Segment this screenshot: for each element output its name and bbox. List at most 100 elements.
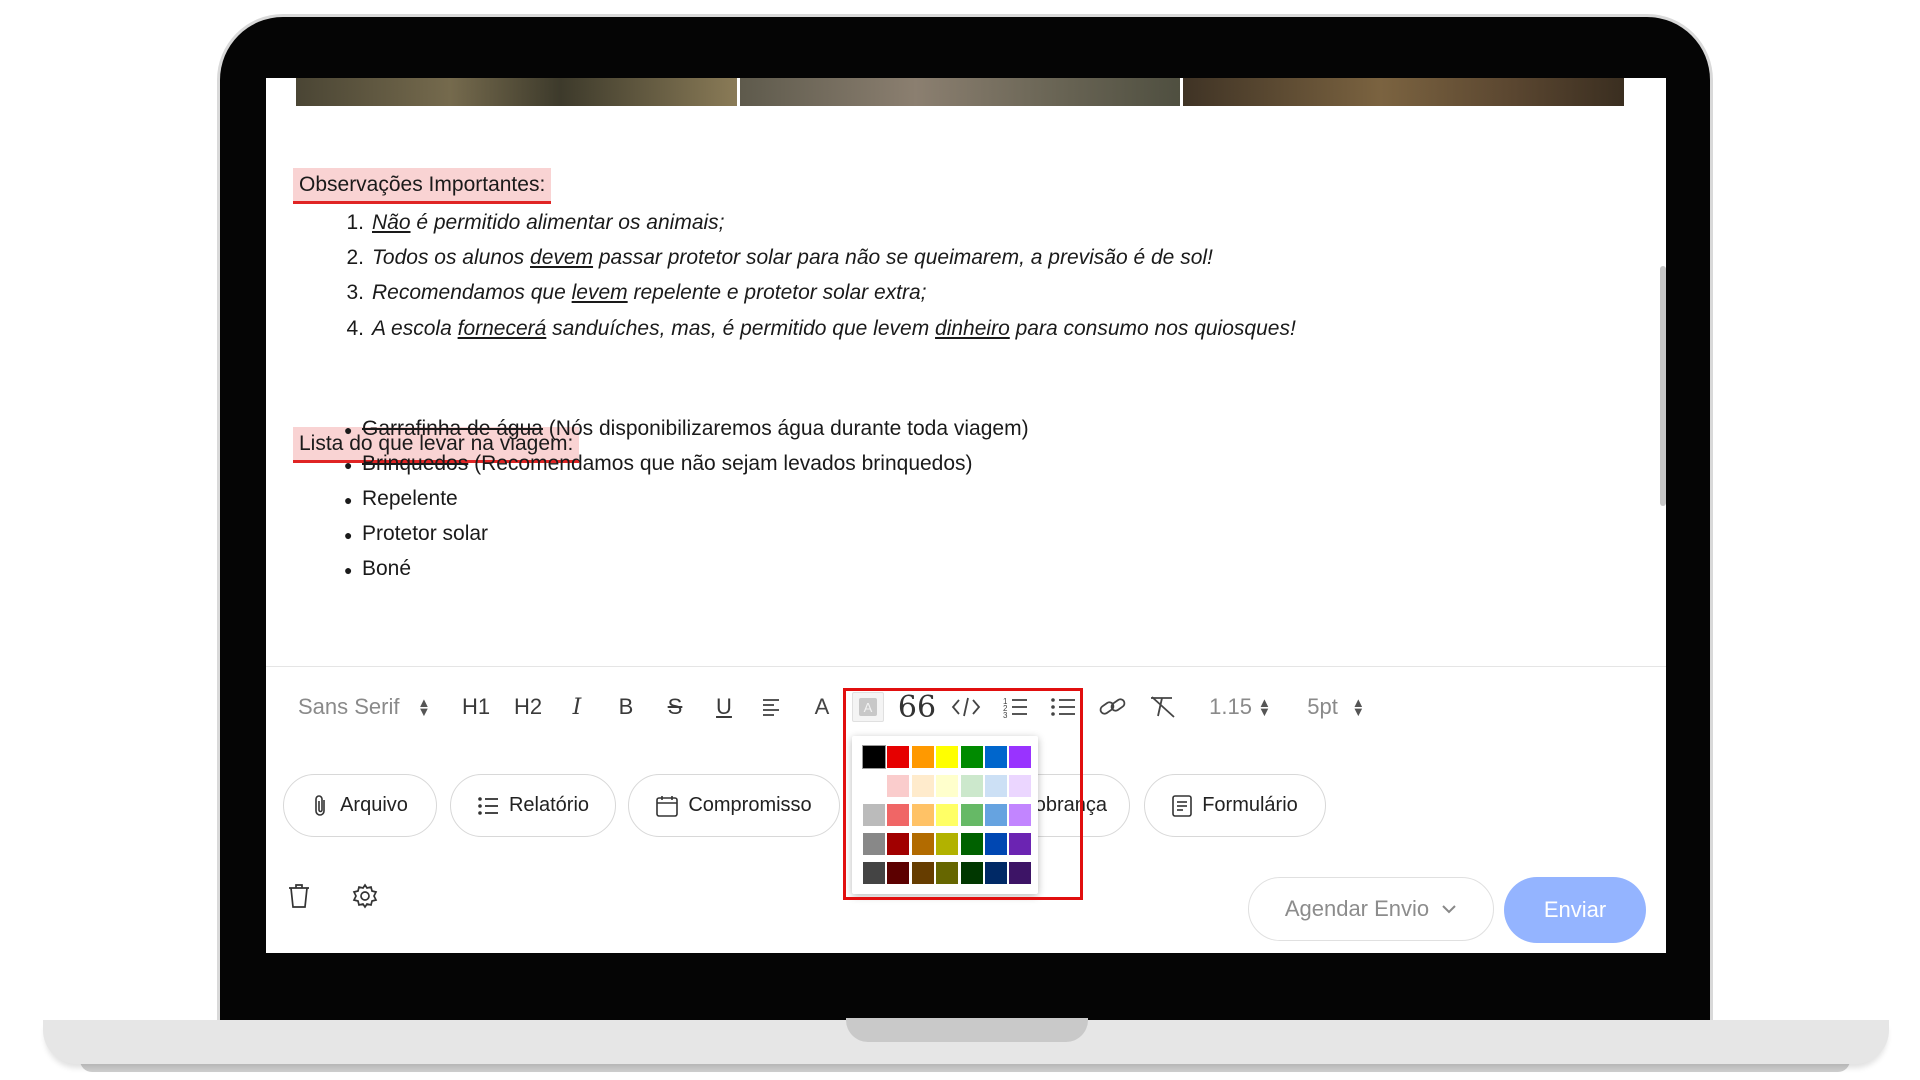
color-swatch[interactable] — [863, 833, 885, 855]
schedule-send-label: Agendar Envio — [1284, 896, 1430, 921]
bold-button[interactable]: B — [611, 690, 641, 724]
photo-1 — [296, 78, 737, 106]
bullet-list-icon[interactable] — [1048, 690, 1078, 724]
color-swatch[interactable] — [960, 862, 983, 884]
color-swatch[interactable] — [936, 746, 959, 768]
underlined-text: Não — [372, 211, 411, 234]
form-icon — [1172, 794, 1193, 817]
item-text: Todos os alunos — [372, 246, 531, 269]
select-arrows-icon: ▲ ▼ — [417, 695, 431, 719]
color-swatch[interactable] — [887, 804, 910, 826]
color-swatch[interactable] — [985, 746, 1007, 768]
clear-format-icon[interactable] — [1146, 690, 1180, 724]
schedule-send-button[interactable]: Agendar Envio — [1248, 877, 1494, 941]
line-height-value: 1.15 — [1209, 694, 1252, 719]
item-text: Boné — [362, 557, 412, 580]
appointment-button[interactable]: Compromisso — [628, 774, 840, 837]
color-swatch[interactable] — [911, 862, 934, 884]
gear-icon[interactable] — [350, 881, 380, 911]
bullet-icon: ● — [344, 422, 353, 438]
color-swatch[interactable] — [985, 804, 1007, 826]
observation-item: 4. A escola fornecerá sanduíches, mas, é … — [336, 314, 1296, 344]
strikethrough-button[interactable]: S — [660, 690, 690, 724]
photo-3 — [1183, 78, 1625, 106]
packing-list-item: ● Protetor solar — [344, 519, 488, 550]
color-swatch[interactable] — [1009, 804, 1032, 826]
packing-list-item: ● Brinquedos (Recomendamos que não sejam … — [344, 449, 973, 480]
scrollbar-thumb[interactable] — [1660, 266, 1666, 506]
item-text: Repelente — [362, 487, 458, 510]
underlined-text: levem — [571, 281, 628, 304]
color-swatch[interactable] — [911, 775, 934, 797]
editor-content[interactable]: Observações Importantes: 1. Não é permiti… — [266, 78, 1666, 666]
color-swatch[interactable] — [985, 775, 1007, 797]
list-number: 4. — [346, 317, 364, 340]
italic-button[interactable]: I — [562, 690, 592, 724]
align-left-icon[interactable] — [758, 690, 788, 724]
ordered-list-icon[interactable]: 123 — [1000, 690, 1030, 724]
color-swatch[interactable] — [936, 862, 959, 884]
color-swatch[interactable] — [1009, 775, 1032, 797]
color-swatch[interactable] — [985, 833, 1007, 855]
item-text: para consumo nos quiosques! — [1009, 317, 1296, 340]
image-strip — [296, 78, 1625, 106]
color-swatch[interactable] — [960, 833, 983, 855]
item-text: passar protetor solar para não se queima… — [593, 246, 1213, 269]
toolbar-divider — [266, 666, 1666, 667]
highlight-icon[interactable]: A — [852, 692, 884, 722]
attach-file-button[interactable]: Arquivo — [283, 774, 437, 837]
color-swatch[interactable] — [887, 833, 910, 855]
underline-button[interactable]: U — [709, 690, 739, 724]
color-swatch[interactable] — [985, 862, 1007, 884]
list-icon — [478, 796, 498, 815]
color-swatch[interactable] — [936, 775, 959, 797]
color-swatch[interactable] — [911, 833, 934, 855]
svg-text:3: 3 — [1003, 711, 1008, 719]
observation-item: 2. Todos os alunos devem passar protetor … — [336, 243, 1213, 273]
color-swatch[interactable] — [960, 775, 983, 797]
color-swatch[interactable] — [1009, 862, 1032, 884]
color-swatch[interactable] — [936, 804, 959, 826]
color-swatch[interactable] — [960, 804, 983, 826]
color-swatch[interactable] — [863, 775, 885, 797]
heading-1-button[interactable]: H1 — [456, 690, 496, 724]
bullet-icon: ● — [344, 457, 353, 473]
color-swatch[interactable] — [887, 775, 910, 797]
text-color-icon[interactable]: A — [807, 690, 837, 724]
report-button[interactable]: Relatório — [450, 774, 616, 837]
color-swatch[interactable] — [887, 862, 910, 884]
observation-item: 1. Não é permitido alimentar os animais; — [336, 208, 725, 238]
send-button[interactable]: Enviar — [1504, 877, 1646, 943]
form-button[interactable]: Formulário — [1144, 774, 1326, 837]
item-text: Protetor solar — [362, 522, 489, 545]
font-family-select[interactable]: Sans Serif ▲ ▼ — [298, 690, 448, 724]
color-swatch[interactable] — [863, 862, 885, 884]
bullet-icon: ● — [344, 492, 353, 508]
color-swatch[interactable] — [862, 745, 886, 769]
font-family-value: Sans Serif — [298, 694, 400, 719]
item-text: é permitido alimentar os animais; — [410, 211, 725, 234]
calendar-icon — [656, 795, 679, 817]
quote-icon[interactable]: 66 — [898, 690, 936, 725]
code-icon[interactable] — [948, 690, 984, 724]
attach-file-label: Arquivo — [340, 794, 408, 816]
color-swatch[interactable] — [911, 804, 934, 826]
trash-icon[interactable] — [284, 881, 314, 911]
underlined-text: fornecerá — [457, 317, 547, 340]
highlight-color-picker — [852, 736, 1038, 894]
color-swatch[interactable] — [1009, 746, 1032, 768]
color-swatch[interactable] — [936, 833, 959, 855]
color-swatch[interactable] — [1009, 833, 1032, 855]
heading-2-button[interactable]: H2 — [506, 690, 550, 724]
color-swatch[interactable] — [960, 746, 983, 768]
line-height-select[interactable]: 1.15 ▲ ▼ — [1200, 690, 1280, 724]
padding-value: 5pt — [1307, 694, 1338, 719]
appointment-label: Compromisso — [688, 794, 812, 816]
observation-item: 3. Recomendamos que levem repelente e pro… — [336, 278, 926, 308]
color-swatch[interactable] — [911, 746, 934, 768]
color-swatch[interactable] — [887, 746, 910, 768]
color-swatch[interactable] — [863, 804, 885, 826]
link-icon[interactable] — [1096, 690, 1130, 724]
list-number: 1. — [346, 211, 364, 234]
padding-select[interactable]: 5pt ▲ ▼ — [1296, 690, 1376, 724]
